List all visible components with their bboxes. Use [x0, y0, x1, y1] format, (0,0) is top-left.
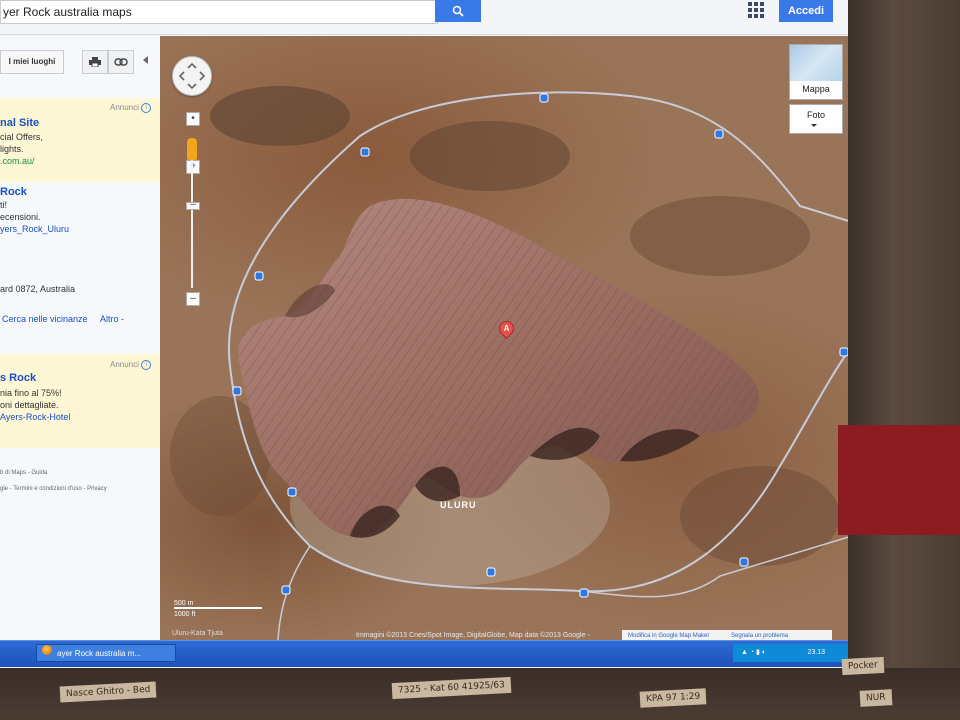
footer-links[interactable]: gle - Termini e condizioni d'uso - Priva… — [0, 486, 107, 492]
apps-grid-icon[interactable] — [748, 2, 764, 18]
ads-label: Annunci i — [110, 360, 152, 370]
monitor-screen: yer Rock australia maps Accedi I miei lu… — [0, 0, 852, 670]
ad-title[interactable]: nal Site — [0, 117, 39, 129]
firefox-icon — [42, 645, 52, 655]
scale-bar — [174, 607, 262, 609]
left-panel: I miei luoghi Annunci i nal Site cial Of… — [0, 36, 161, 640]
printer-icon — [89, 57, 101, 67]
ad-line: oni dettagliate. — [0, 400, 59, 410]
world-map-icon — [790, 45, 842, 81]
photo-button[interactable]: Foto — [789, 104, 843, 134]
ad-url[interactable]: .com.au/ — [0, 156, 35, 166]
link-button[interactable] — [108, 50, 134, 74]
search-button[interactable] — [435, 0, 481, 22]
map-type-label: Mappa — [802, 84, 830, 94]
ad-link[interactable]: Ayers-Rock-Hotel — [0, 412, 70, 422]
street-view-pegman-icon[interactable] — [187, 138, 197, 160]
corner-place-label: Uluru-Kata Tjuta — [172, 630, 223, 637]
search-icon — [452, 5, 464, 17]
collapse-panel-icon[interactable] — [143, 56, 148, 64]
search-nearby-link[interactable]: Cerca nelle vicinanze — [2, 314, 88, 324]
more-link[interactable]: Altro - — [100, 314, 124, 324]
ad-line: nia fino al 75%! — [0, 388, 62, 398]
sticky-note: Pocker — [841, 656, 885, 676]
result-link[interactable]: yers_Rock_Uluru — [0, 224, 69, 234]
background-object — [838, 425, 960, 535]
my-places-button[interactable]: I miei luoghi — [0, 50, 64, 74]
result-line: ecensioni. — [0, 212, 41, 222]
info-icon[interactable]: i — [141, 360, 152, 370]
report-problem-link[interactable]: Segnala un problema — [731, 633, 788, 639]
info-icon[interactable]: i — [141, 103, 152, 113]
place-label: ULURU — [440, 500, 477, 510]
signin-button[interactable]: Accedi — [779, 0, 833, 22]
clock: 23.13 — [807, 649, 825, 656]
zoom-slider-handle[interactable]: – — [186, 200, 200, 210]
top-bar: yer Rock australia maps Accedi — [0, 0, 852, 35]
zoom-in-button[interactable]: + — [186, 160, 200, 174]
pan-arrows-icon — [178, 62, 206, 90]
reset-zoom-button[interactable]: • — [186, 112, 200, 126]
ad-block-2: Annunci i s Rock nia fino al 75%! oni de… — [0, 354, 160, 448]
edit-map-link[interactable]: Modifica in Google Map Maker — [628, 633, 709, 639]
ad-line: lights. — [0, 144, 24, 154]
ad-line: cial Offers, — [0, 132, 43, 142]
sticky-note: NUR — [859, 689, 892, 707]
system-tray: ▲ ◔ ▮ ◐ 23.13 — [733, 644, 851, 662]
ad-block-1: Annunci i nal Site cial Offers, lights. … — [0, 98, 160, 182]
print-button[interactable] — [82, 50, 108, 74]
pan-control[interactable] — [172, 56, 212, 96]
zoom-track[interactable] — [191, 138, 193, 288]
result-line: ti! — [0, 200, 8, 210]
result-address: ard 0872, Australia — [0, 284, 76, 294]
zoom-out-button[interactable]: – — [186, 292, 200, 306]
map-type-button[interactable]: Mappa — [789, 44, 843, 100]
ad-title[interactable]: s Rock — [0, 372, 36, 384]
taskbar-window-firefox[interactable]: ayer Rock australia m... — [36, 644, 176, 662]
chevron-down-icon[interactable] — [811, 124, 817, 127]
result-title[interactable]: Rock — [0, 186, 27, 198]
ads-label: Annunci i — [110, 103, 152, 113]
link-icon — [114, 58, 128, 66]
footer-links[interactable]: b di Maps - Guida — [0, 470, 47, 476]
tray-icons[interactable]: ▲ ◔ ▮ ◐ — [741, 649, 766, 656]
scale-label: 500 m — [174, 600, 194, 607]
scale-label: 1000 ft — [174, 611, 196, 618]
monitor-bezel — [848, 0, 960, 720]
search-input[interactable]: yer Rock australia maps — [0, 0, 438, 24]
taskbar: ayer Rock australia m... ▲ ◔ ▮ ◐ 23.13 — [0, 640, 852, 667]
map-attribution: Immagini ©2013 Cnes/Spot Image, DigitalG… — [356, 632, 590, 639]
